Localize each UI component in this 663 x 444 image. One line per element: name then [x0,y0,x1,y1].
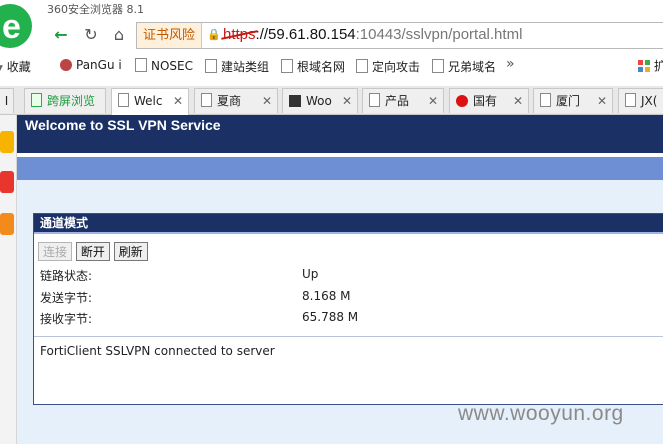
close-icon[interactable]: ✕ [513,89,523,113]
tab-label: 国有 [473,94,498,108]
emblem-icon [456,95,468,107]
apps-grid-icon [638,60,650,72]
bookmarks-more-icon[interactable]: » [506,56,515,72]
page-icon [201,93,212,107]
url-text[interactable]: https://59.61.80.154:10443/sslvpn/portal… [223,26,522,43]
bytes-received-label: 接收字节: [40,312,93,326]
broken-lock-icon[interactable]: 🔒 [207,29,221,41]
bookmark-root-domain[interactable]: 根域名网 [281,58,345,75]
page-content: Welcome to SSL VPN Service 通道模式 连接 断开 刷新… [17,115,663,444]
banner-title: Welcome to SSL VPN Service [25,117,221,133]
status-message: FortiClient SSLVPN connected to server [40,344,275,358]
disconnect-button[interactable]: 断开 [75,242,110,261]
page-icon [625,93,636,107]
url-path: :10443/sslvpn/portal.html [355,26,523,43]
tab-xiashang[interactable]: 夏商 ✕ [194,88,278,113]
bookmark-sibling-domain[interactable]: 兄弟域名 [432,58,496,75]
tab-label: JX( [641,94,658,108]
link-status-label: 链路状态: [40,269,93,283]
bytes-received-value: 65.788 M [302,310,359,324]
page-icon [432,59,444,73]
page-icon [135,58,147,72]
address-bar[interactable]: 证书风险 🔒 https://59.61.80.154:10443/sslvpn… [136,22,663,49]
tab-label: Welc [134,94,163,108]
tab-label: 产品 [385,94,410,108]
bookmark-pangu[interactable]: PanGu i [60,58,122,72]
close-icon[interactable]: ✕ [342,89,352,113]
cert-warning-badge[interactable]: 证书风险 [137,23,202,48]
nav-band [17,157,663,180]
page-icon [540,93,551,107]
bookmark-targeted-attack[interactable]: 定向攻击 [356,58,420,75]
bookmark-favorites[interactable]: ▼ 收藏 [0,58,31,75]
extensions-label: 扩 [653,59,663,73]
tab-label: 跨屏浏览 [47,94,96,108]
chevron-down-icon: ▼ [0,64,3,74]
tab-label: 厦门 [556,94,581,108]
refresh-button[interactable]: 刷新 [113,242,148,261]
close-icon[interactable]: ✕ [262,89,272,113]
home-icon[interactable]: ⌂ [108,24,130,46]
star-icon[interactable] [0,131,14,153]
wooyun-icon [289,95,301,107]
phone-icon [31,93,42,107]
connect-button[interactable]: 连接 [38,242,73,261]
page-icon [205,59,217,73]
close-icon[interactable]: ✕ [428,89,438,113]
button-row: 连接 断开 刷新 [38,242,148,261]
close-icon[interactable]: ✕ [173,89,183,114]
tab-wooyun[interactable]: Woo ✕ [282,88,358,113]
page-icon [356,59,368,73]
bytes-sent-label: 发送字节: [40,291,93,305]
back-arrow-icon[interactable]: ← [50,24,72,46]
url-scheme: https [223,26,256,43]
bookmarks-bar: ▼ 收藏 PanGu i NOSEC 建站类组 根域名网 定向攻击 兄弟域名 »… [0,54,663,80]
weibo-icon[interactable] [0,171,14,193]
url-separator: :// [255,26,269,43]
tab-label: 夏商 [217,94,242,108]
divider [34,336,663,337]
bookmark-label: 建站类组 [221,60,270,74]
bookmark-label: 收藏 [6,60,31,74]
tab-cross-screen[interactable]: 跨屏浏览 [24,88,106,113]
bookmark-label: PanGu i [76,58,122,72]
tab-state-owned[interactable]: 国有 ✕ [449,88,529,113]
mail-icon[interactable] [0,213,14,235]
tab-product[interactable]: 产品 ✕ [362,88,444,113]
reload-icon[interactable]: ↻ [80,24,102,46]
header-banner: Welcome to SSL VPN Service [17,115,663,153]
tab-xiamen[interactable]: 厦门 ✕ [533,88,613,113]
link-status-value: Up [302,267,319,281]
page-icon [369,93,380,107]
app-title: 360安全浏览器 8.1 [47,3,144,16]
page-icon [118,93,129,107]
tab-strip: I 跨屏浏览 Welc ✕ 夏商 ✕ Woo ✕ 产品 ✕ 国有 ✕ 厦门 ✕ JX( [0,86,663,115]
tab-label: Woo [306,94,332,108]
watermark: www.wooyun.org [458,402,624,425]
panel-title: 通道模式 [34,214,663,234]
tab-label: I [4,94,9,108]
bookmark-label: 兄弟域名 [448,60,497,74]
bytes-sent-value: 8.168 M [302,289,351,303]
tab-welcome[interactable]: Welc ✕ [111,88,189,115]
extensions-button[interactable]: 扩 [638,57,663,74]
pangu-icon [60,59,72,71]
bookmark-site-group[interactable]: 建站类组 [205,58,269,75]
left-sidebar [0,115,17,444]
bookmark-label: NOSEC [151,59,193,73]
browser-logo-icon: e [0,0,36,52]
title-bar: e 360安全浏览器 8.1 [0,0,663,48]
bookmark-label: 根域名网 [297,60,346,74]
bookmark-nosec[interactable]: NOSEC [135,58,193,73]
close-icon[interactable]: ✕ [597,89,607,113]
tab-partial[interactable]: I [0,88,14,113]
tunnel-mode-panel: 通道模式 连接 断开 刷新 链路状态: Up 发送字节: 8.168 M 接收字… [33,213,663,405]
url-host: 59.61.80.154 [268,26,356,43]
tab-jx[interactable]: JX( [618,88,663,113]
bookmark-label: 定向攻击 [372,60,421,74]
page-icon [281,59,293,73]
navigation-bar: ← ↻ ⌂ 证书风险 🔒 https://59.61.80.154:10443/… [44,22,663,49]
